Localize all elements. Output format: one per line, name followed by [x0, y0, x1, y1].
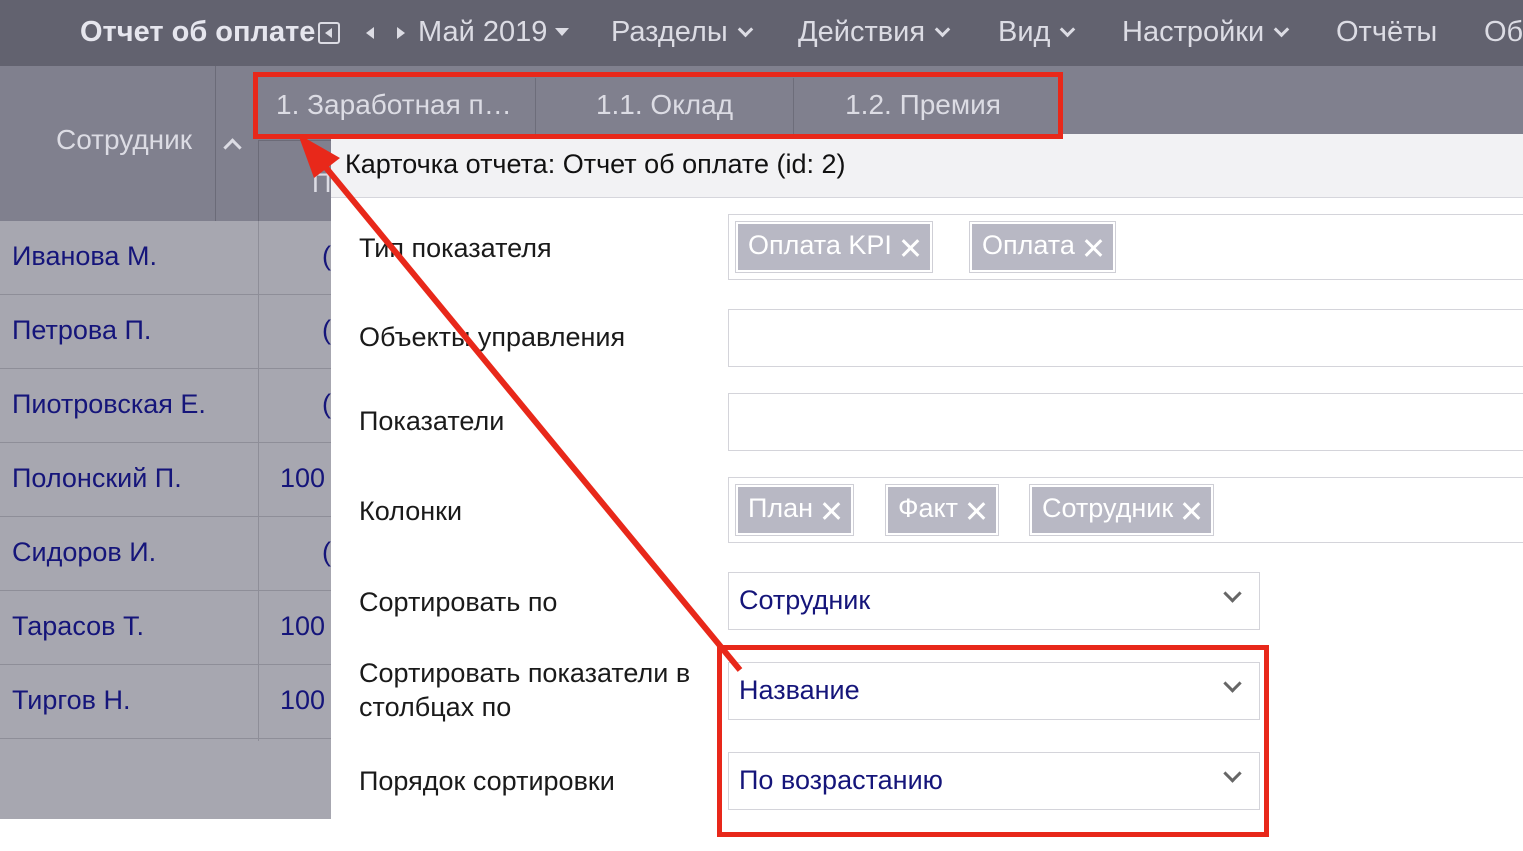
report-title: Отчет об оплате: [80, 16, 316, 48]
employee-name[interactable]: Полонский П.: [12, 463, 182, 494]
chevron-down-icon: [1060, 21, 1076, 38]
chevron-down-icon: [1273, 21, 1290, 38]
table-row[interactable]: Полонский П. 100: [0, 443, 331, 517]
chip-label: Оплата KPI: [748, 230, 892, 260]
period-label: Май 2019: [418, 16, 548, 48]
cell-value: (: [322, 537, 331, 567]
remove-chip-icon[interactable]: [1083, 237, 1103, 257]
menu-sections[interactable]: Разделы: [611, 15, 753, 49]
sort-by-value: Сотрудник: [739, 585, 871, 615]
table-row[interactable]: Тарасов Т. 100: [0, 591, 331, 665]
employee-name[interactable]: Пиотровская Е.: [12, 389, 206, 420]
employee-table: Иванова М. ( Петрова П. ( Пиотровская Е.…: [0, 221, 331, 819]
menu-label: Вид: [998, 16, 1051, 48]
next-period-icon[interactable]: [397, 27, 405, 39]
chip-label: Сотрудник: [1042, 493, 1174, 523]
menu-label: Настройки: [1122, 16, 1265, 48]
indicators-field[interactable]: [728, 393, 1523, 451]
employee-name[interactable]: Тарасов Т.: [12, 611, 144, 642]
menu-label: Разделы: [611, 16, 728, 48]
sort-indicators-label-cont: столбцах по: [359, 692, 512, 722]
cell-value: (: [322, 241, 331, 271]
menu-view[interactable]: Вид: [998, 15, 1076, 49]
chevron-down-icon: [934, 21, 951, 38]
employee-name[interactable]: Петрова П.: [12, 315, 151, 346]
indicator-type-label: Тип показателя: [359, 233, 552, 263]
remove-chip-icon[interactable]: [900, 237, 920, 257]
sort-indicators-label: Сортировать показатели в: [359, 658, 691, 688]
dialog-header: Карточка отчета: Отчет об оплате (id: 2): [331, 134, 1523, 198]
menu-label: Действия: [798, 16, 926, 48]
cell-value: 100: [280, 611, 326, 641]
chip-kpi-payment: Оплата KPI: [735, 221, 933, 273]
columns-label: Колонки: [359, 496, 463, 526]
chip-employee: Сотрудник: [1028, 484, 1215, 536]
cell-value: 100: [280, 463, 326, 493]
table-row[interactable]: Петрова П. (: [0, 295, 331, 369]
chevron-down-icon: [737, 21, 753, 38]
employee-name[interactable]: Тиргов Н.: [12, 685, 131, 716]
menu-actions[interactable]: Действия: [798, 15, 951, 49]
table-row[interactable]: Иванова М. (: [0, 221, 331, 295]
prev-period-icon[interactable]: [366, 27, 374, 39]
table-row[interactable]: Сидоров И. (: [0, 517, 331, 591]
header-divider: [215, 66, 216, 221]
table-row[interactable]: Пиотровская Е. (: [0, 369, 331, 443]
sort-order-label: Порядок сортировки: [359, 766, 615, 796]
remove-chip-icon[interactable]: [821, 500, 841, 520]
dialog-title: Карточка отчета: Отчет об оплате (id: 2): [345, 149, 846, 179]
indicator-type-field[interactable]: Оплата KPI Оплата: [728, 214, 1523, 280]
employee-name[interactable]: Иванова М.: [12, 241, 157, 272]
highlight-tabs-box: [253, 72, 1063, 139]
sort-by-label: Сортировать по: [359, 587, 558, 617]
top-toolbar: Отчет об оплате Май 2019 Разделы Действи…: [0, 0, 1523, 66]
remove-chip-icon[interactable]: [1181, 500, 1201, 520]
chip-plan: План: [734, 484, 855, 536]
column-header-employee[interactable]: Сотрудник: [0, 66, 215, 221]
employee-name[interactable]: Сидоров И.: [12, 537, 156, 568]
control-objects-label: Объекты управления: [359, 322, 626, 352]
remove-chip-icon[interactable]: [966, 500, 986, 520]
cell-value: (: [322, 389, 331, 419]
caret-down-icon: [555, 28, 570, 36]
collapse-panel-icon[interactable]: [318, 22, 340, 44]
column-subheader-label: П: [312, 168, 332, 198]
highlight-sort-settings-box: [717, 645, 1269, 837]
period-selector[interactable]: Май 2019: [418, 15, 570, 49]
chevron-down-icon: [1223, 584, 1242, 603]
cell-value: 100: [280, 685, 326, 715]
columns-field[interactable]: План Факт Сотрудник: [728, 477, 1523, 543]
table-row[interactable]: Тиргов Н. 100: [0, 665, 331, 739]
chip-label: Факт: [898, 493, 959, 523]
indicators-label: Показатели: [359, 406, 505, 436]
cell-value: (: [322, 315, 331, 345]
chip-fact: Факт: [884, 484, 1000, 536]
menu-more[interactable]: Об: [1484, 15, 1523, 49]
chip-payment: Оплата: [969, 221, 1116, 273]
column-header-label: Сотрудник: [56, 124, 193, 155]
control-objects-field[interactable]: [728, 309, 1523, 367]
sort-by-select[interactable]: Сотрудник: [728, 572, 1260, 630]
menu-settings[interactable]: Настройки: [1122, 15, 1290, 49]
menu-reports[interactable]: Отчёты: [1336, 15, 1437, 49]
chip-label: Оплата: [982, 230, 1075, 260]
chip-label: План: [748, 493, 814, 523]
